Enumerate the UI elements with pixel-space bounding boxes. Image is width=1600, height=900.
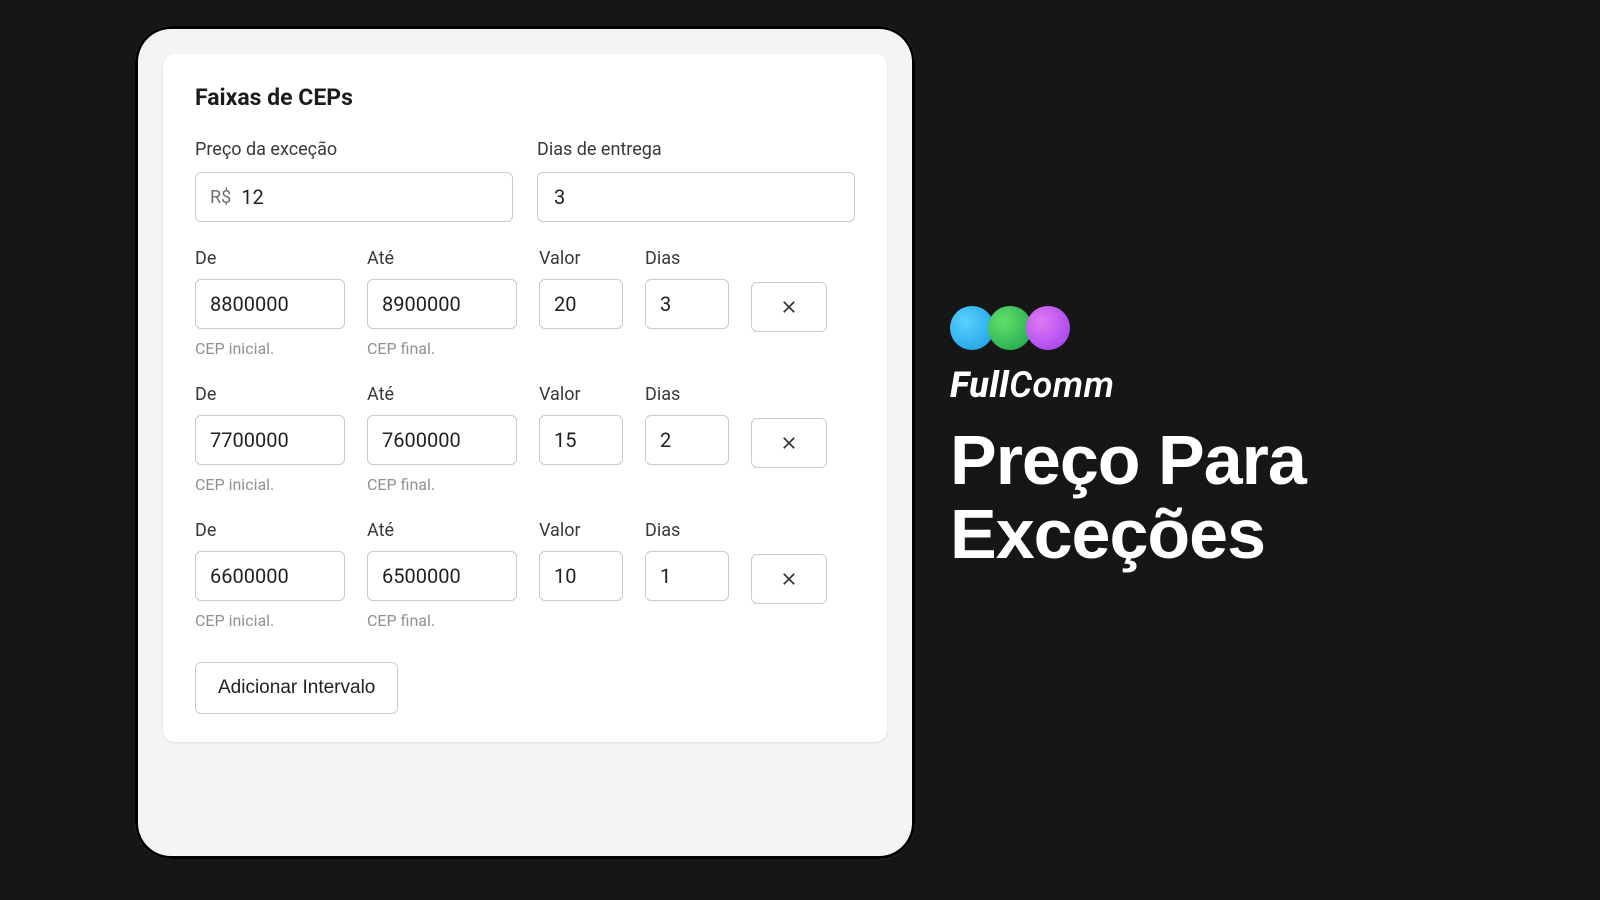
label-dias: Dias xyxy=(645,384,729,405)
days-label: Dias de entrega xyxy=(537,139,855,160)
days-input[interactable] xyxy=(552,184,840,210)
add-interval-button[interactable]: Adicionar Intervalo xyxy=(195,662,398,714)
cell-dias: Dias xyxy=(645,520,729,601)
field-delivery-days: Dias de entrega xyxy=(537,139,855,222)
hint-de: CEP inicial. xyxy=(195,475,345,494)
headline-line2: Exceções xyxy=(950,498,1306,572)
cell-de: De CEP inicial. xyxy=(195,520,345,630)
label-ate: Até xyxy=(367,384,517,405)
input-cep-to[interactable] xyxy=(367,551,517,601)
form-card-frame: Faixas de CEPs Preço da exceção R$ Dias … xyxy=(135,26,915,859)
close-icon xyxy=(780,434,798,452)
input-dias[interactable] xyxy=(645,551,729,601)
label-dias: Dias xyxy=(645,248,729,269)
brand-light: Comm xyxy=(1009,364,1114,406)
currency-prefix: R$ xyxy=(210,187,231,208)
label-de: De xyxy=(195,248,345,269)
cell-dias: Dias xyxy=(645,248,729,329)
label-valor: Valor xyxy=(539,248,623,269)
field-exception-price: Preço da exceção R$ xyxy=(195,139,513,222)
brand-logo: FullComm xyxy=(950,306,1306,424)
label-valor: Valor xyxy=(539,384,623,405)
label-de: De xyxy=(195,520,345,541)
label-ate: Até xyxy=(367,520,517,541)
brand-bold: Full xyxy=(950,364,1009,406)
input-cep-to[interactable] xyxy=(367,415,517,465)
hint-ate: CEP final. xyxy=(367,339,517,358)
logo-dot-icon xyxy=(1026,306,1070,350)
price-label: Preço da exceção xyxy=(195,139,513,160)
cell-de: De CEP inicial. xyxy=(195,248,345,358)
hint-de: CEP inicial. xyxy=(195,611,345,630)
marketing-panel: FullComm Preço Para Exceções xyxy=(950,306,1306,571)
cell-dias: Dias xyxy=(645,384,729,465)
cell-de: De CEP inicial. xyxy=(195,384,345,494)
input-cep-from[interactable] xyxy=(195,415,345,465)
cell-ate: Até CEP final. xyxy=(367,520,517,630)
input-valor[interactable] xyxy=(539,279,623,329)
form-card: Faixas de CEPs Preço da exceção R$ Dias … xyxy=(163,54,887,742)
input-dias[interactable] xyxy=(645,279,729,329)
input-valor[interactable] xyxy=(539,415,623,465)
delete-row-button[interactable] xyxy=(751,282,827,332)
hint-de: CEP inicial. xyxy=(195,339,345,358)
input-cep-from[interactable] xyxy=(195,279,345,329)
close-icon xyxy=(780,570,798,588)
cep-range-row: De CEP inicial. Até CEP final. Valor Dia… xyxy=(195,248,855,358)
cell-ate: Até CEP final. xyxy=(367,248,517,358)
headline: Preço Para Exceções xyxy=(950,424,1306,571)
input-cep-from[interactable] xyxy=(195,551,345,601)
input-valor[interactable] xyxy=(539,551,623,601)
label-dias: Dias xyxy=(645,520,729,541)
label-de: De xyxy=(195,384,345,405)
days-input-wrapper[interactable] xyxy=(537,172,855,222)
label-valor: Valor xyxy=(539,520,623,541)
price-input-wrapper[interactable]: R$ xyxy=(195,172,513,222)
card-title: Faixas de CEPs xyxy=(195,84,855,111)
cell-ate: Até CEP final. xyxy=(367,384,517,494)
cep-range-row: De CEP inicial. Até CEP final. Valor Dia… xyxy=(195,520,855,630)
delete-row-button[interactable] xyxy=(751,554,827,604)
headline-line1: Preço Para xyxy=(950,424,1306,498)
price-input[interactable] xyxy=(239,184,498,210)
cell-valor: Valor xyxy=(539,248,623,329)
input-dias[interactable] xyxy=(645,415,729,465)
cell-valor: Valor xyxy=(539,520,623,601)
hint-ate: CEP final. xyxy=(367,475,517,494)
input-cep-to[interactable] xyxy=(367,279,517,329)
close-icon xyxy=(780,298,798,316)
cell-valor: Valor xyxy=(539,384,623,465)
brand-name: FullComm xyxy=(950,364,1115,406)
label-ate: Até xyxy=(367,248,517,269)
delete-row-button[interactable] xyxy=(751,418,827,468)
cep-range-row: De CEP inicial. Até CEP final. Valor Dia… xyxy=(195,384,855,494)
hint-ate: CEP final. xyxy=(367,611,517,630)
